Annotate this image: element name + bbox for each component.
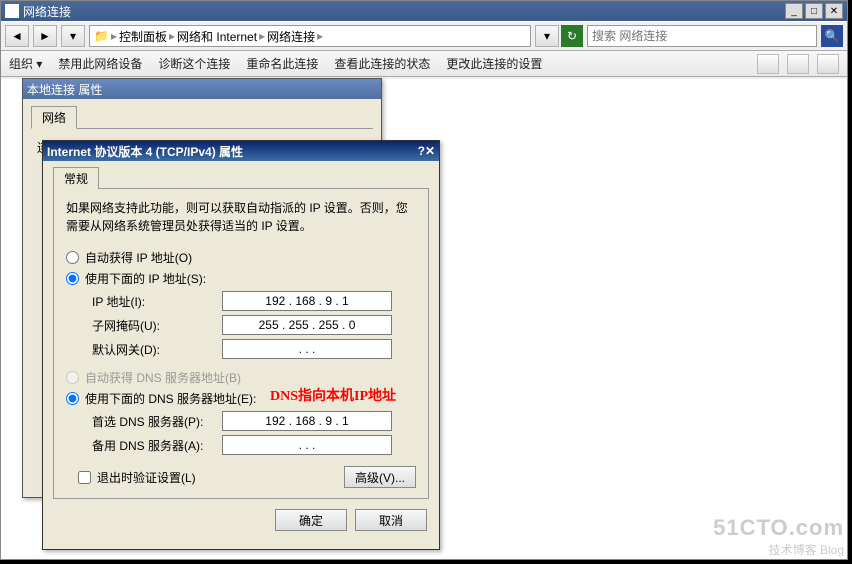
prop-title-text: 本地连接 属性 (27, 81, 102, 98)
radio-manual-ip[interactable] (66, 272, 79, 285)
window-title: 网络连接 (23, 3, 71, 20)
minimize-button[interactable]: _ (785, 3, 803, 19)
dns1-input[interactable]: 192 . 168 . 9 . 1 (222, 411, 392, 431)
radio-manual-ip-label: 使用下面的 IP 地址(S): (85, 270, 206, 287)
explorer-navbar: ◄ ► ▾ 📁 ▸ 控制面板 ▸ 网络和 Internet ▸ 网络连接 ▸ ▾… (1, 21, 847, 51)
ipv4-content: 如果网络支持此功能，则可以获取自动指派的 IP 设置。否则，您需要从网络系统管理… (53, 188, 429, 499)
close-button[interactable]: ✕ (425, 144, 435, 158)
folder-icon: 📁 (94, 29, 109, 43)
cmd-disable[interactable]: 禁用此网络设备 (58, 55, 142, 72)
search-bar[interactable] (587, 25, 817, 47)
ip-address-input[interactable]: 192 . 168 . 9 . 1 (222, 291, 392, 311)
cmd-diagnose[interactable]: 诊断这个连接 (158, 55, 230, 72)
watermark-domain: 51CTO.com (713, 515, 844, 541)
breadcrumb-part[interactable]: 控制面板 (119, 28, 167, 45)
validate-checkbox[interactable] (78, 471, 91, 484)
close-button[interactable]: ✕ (825, 3, 843, 19)
forward-button[interactable]: ► (33, 25, 57, 47)
search-input[interactable] (592, 29, 812, 43)
gateway-label: 默认网关(D): (92, 341, 222, 358)
radio-auto-ip-label: 自动获得 IP 地址(O) (85, 249, 192, 266)
ip-address-label: IP 地址(I): (92, 293, 222, 310)
tab-network[interactable]: 网络 (31, 106, 77, 129)
ipv4-tabs: 常规 (53, 167, 429, 189)
validate-label: 退出时验证设置(L) (97, 469, 196, 486)
ipv4-properties-dialog: Internet 协议版本 4 (TCP/IPv4) 属性 ? ✕ 常规 如果网… (42, 140, 440, 550)
prop-titlebar: 本地连接 属性 (23, 79, 381, 99)
window-icon (5, 4, 19, 18)
ipv4-description: 如果网络支持此功能，则可以获取自动指派的 IP 设置。否则，您需要从网络系统管理… (66, 199, 416, 235)
dns2-input[interactable]: . . . (222, 435, 392, 455)
gateway-input[interactable]: . . . (222, 339, 392, 359)
breadcrumb-part[interactable]: 网络连接 (267, 28, 315, 45)
watermark: 51CTO.com 技术博客 Blog (713, 515, 844, 558)
ipv4-titlebar: Internet 协议版本 4 (TCP/IPv4) 属性 ? ✕ (43, 141, 439, 161)
cmd-status[interactable]: 查看此连接的状态 (334, 55, 430, 72)
cmd-change[interactable]: 更改此连接的设置 (446, 55, 542, 72)
subnet-mask-input[interactable]: 255 . 255 . 255 . 0 (222, 315, 392, 335)
refresh-dropdown[interactable]: ▾ (535, 25, 559, 47)
cmd-organize[interactable]: 组织 ▾ (9, 55, 42, 72)
watermark-sub: 技术博客 Blog (713, 541, 844, 558)
radio-auto-dns-label: 自动获得 DNS 服务器地址(B) (85, 369, 241, 386)
view-dropdown[interactable] (787, 54, 809, 74)
view-button[interactable] (757, 54, 779, 74)
radio-auto-dns (66, 371, 79, 384)
tab-general[interactable]: 常规 (53, 167, 99, 189)
breadcrumb-part[interactable]: 网络和 Internet (177, 28, 257, 45)
radio-auto-ip[interactable] (66, 251, 79, 264)
advanced-button[interactable]: 高级(V)... (344, 466, 416, 488)
dns-fields: 首选 DNS 服务器(P): 192 . 168 . 9 . 1 备用 DNS … (84, 411, 414, 455)
recent-button[interactable]: ▾ (61, 25, 85, 47)
help-button[interactable]: ? (418, 144, 425, 158)
cancel-button[interactable]: 取消 (355, 509, 427, 531)
radio-manual-dns[interactable] (66, 392, 79, 405)
ip-fields: IP 地址(I): 192 . 168 . 9 . 1 子网掩码(U): 255… (84, 291, 414, 359)
subnet-mask-label: 子网掩码(U): (92, 317, 222, 334)
help-button[interactable] (817, 54, 839, 74)
explorer-titlebar: 网络连接 _ □ ✕ (1, 1, 847, 21)
dns2-label: 备用 DNS 服务器(A): (92, 437, 222, 454)
dns1-label: 首选 DNS 服务器(P): (92, 413, 222, 430)
cmd-rename[interactable]: 重命名此连接 (246, 55, 318, 72)
ok-button[interactable]: 确定 (275, 509, 347, 531)
address-bar[interactable]: 📁 ▸ 控制面板 ▸ 网络和 Internet ▸ 网络连接 ▸ (89, 25, 531, 47)
annotation-text: DNS指向本机IP地址 (270, 385, 396, 405)
command-bar: 组织 ▾ 禁用此网络设备 诊断这个连接 重命名此连接 查看此连接的状态 更改此连… (1, 51, 847, 77)
ipv4-title-text: Internet 协议版本 4 (TCP/IPv4) 属性 (47, 143, 243, 160)
prop-tabs: 网络 (31, 105, 373, 129)
radio-manual-dns-label: 使用下面的 DNS 服务器地址(E): (85, 390, 256, 407)
refresh-button[interactable]: ↻ (561, 25, 583, 47)
maximize-button[interactable]: □ (805, 3, 823, 19)
back-button[interactable]: ◄ (5, 25, 29, 47)
search-button[interactable]: 🔍 (821, 25, 843, 47)
dialog-buttons: 确定 取消 (55, 509, 427, 531)
